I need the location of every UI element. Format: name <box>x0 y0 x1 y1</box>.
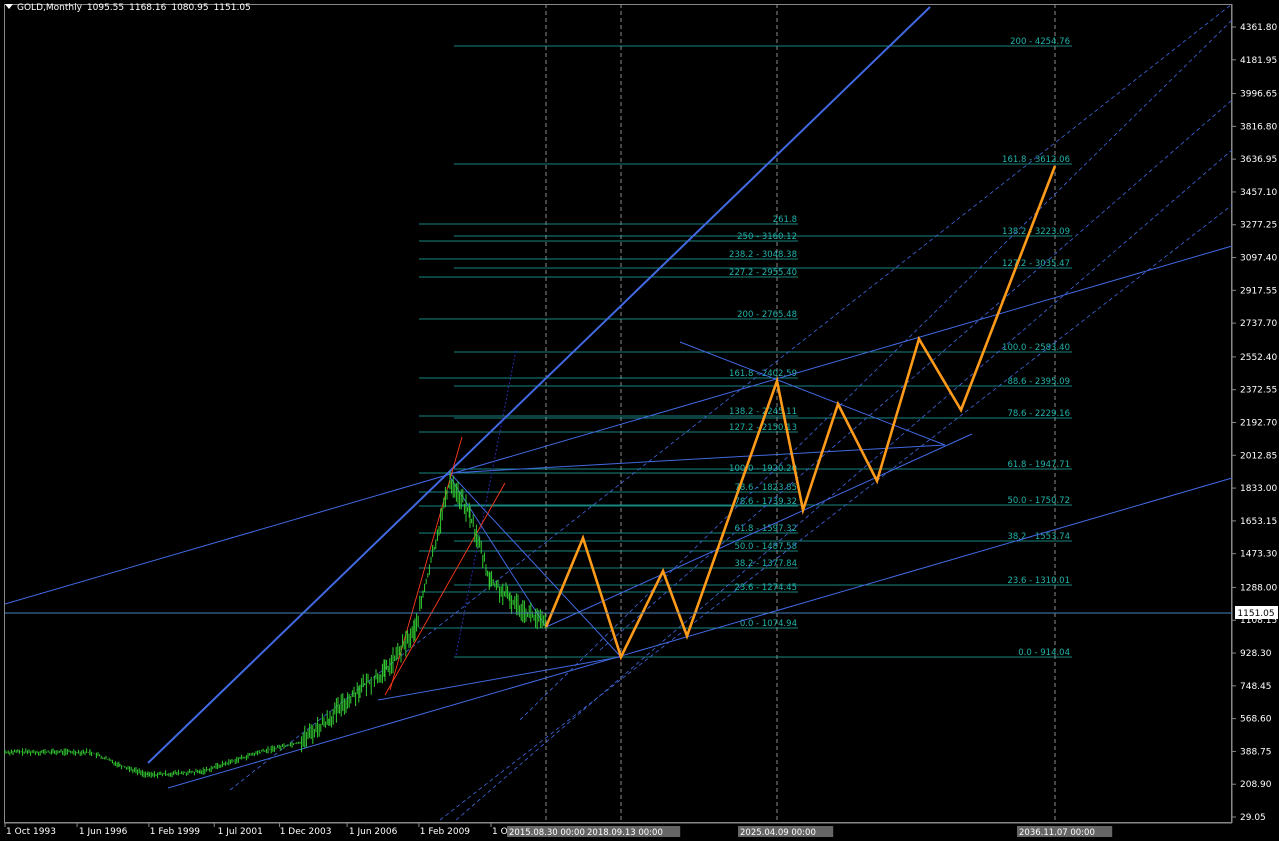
fib-level-label: 78.6 - 1823.85 <box>734 483 797 493</box>
price-tick-label: 928.30 <box>1240 649 1272 659</box>
fib-level-label: 61.8 - 1597.32 <box>734 524 797 534</box>
open-value: 1095.55 <box>86 3 125 13</box>
fib-level-label: 250 - 3160.12 <box>737 232 797 242</box>
price-tick-label: 3097.40 <box>1240 254 1277 264</box>
price-tick-label: 2372.55 <box>1240 386 1277 396</box>
price-tick-label: 2917.55 <box>1240 286 1277 296</box>
fib-level-label: 261.8 <box>773 215 797 225</box>
dashed-channel-line <box>519 19 1233 721</box>
fib-level-label: 23.6 - 1310.01 <box>1007 576 1070 586</box>
price-tick-label: 208.90 <box>1240 780 1272 790</box>
low-value: 1080.95 <box>171 3 209 13</box>
dashed-channel-line <box>229 3 1233 791</box>
fib-level-label: 61.8 - 1947.71 <box>1007 460 1070 470</box>
time-tick-label: 1 Oct 1993 <box>6 827 56 837</box>
price-tick-label: 3996.65 <box>1240 90 1277 100</box>
symbol-header: GOLD,Monthly 1095.55 1168.16 1080.95 1151.05 <box>5 3 256 13</box>
price-tick-label: 3636.95 <box>1240 155 1277 165</box>
price-tick-label: 1653.15 <box>1240 517 1277 527</box>
fib-level-label: 138.2 - 3223.09 <box>1002 227 1070 237</box>
date-label: 2036.11.07 00:00 <box>1019 828 1095 838</box>
trend-line <box>449 472 622 658</box>
fib-level-label: 0.0 - 914.04 <box>1018 648 1070 658</box>
fib-level-label: 161.8 - 3612.06 <box>1002 155 1070 165</box>
price-tick-label: 568.60 <box>1240 715 1272 725</box>
price-tick-label: 4181.95 <box>1240 56 1277 66</box>
price-tick-label: 2012.85 <box>1240 451 1277 461</box>
fib-level-label: 50.0 - 1487.58 <box>734 542 797 552</box>
trend-line <box>449 476 547 628</box>
price-tick-label: 29.05 <box>1240 813 1266 823</box>
dashed-channel-line <box>455 149 1233 821</box>
fib-level-label: 227.2 - 2955.40 <box>729 268 797 278</box>
fib-level-label: 88.6 - 2395.09 <box>1007 377 1070 387</box>
fib-level-label: 200 - 2765.48 <box>737 310 797 320</box>
close-value: 1151.05 <box>213 3 251 13</box>
time-tick-label: 1 Feb 1999 <box>150 827 201 837</box>
date-label: 2025.04.09 00:00 <box>740 828 816 838</box>
dashed-channel-line <box>599 99 1233 651</box>
trend-line <box>377 656 621 701</box>
time-tick-label: 1 Jun 2006 <box>349 827 398 837</box>
fib-level-label: 0.0 - 1074.94 <box>740 619 797 629</box>
trend-line <box>167 477 1233 789</box>
dropdown-triangle-icon[interactable] <box>5 4 13 9</box>
price-tick-label: 388.75 <box>1240 747 1272 757</box>
fib-level-label: 200 - 4254.76 <box>1010 37 1070 47</box>
time-axis-ticks: 1 Oct 1993 1 Jun 1996 1 Feb 1999 1 Jul 2001… <box>4 823 1113 838</box>
price-tick-label: 1288.00 <box>1240 583 1277 593</box>
price-tick-label: 3816.80 <box>1240 122 1277 132</box>
price-tick-label: 1108.15 <box>1240 616 1277 626</box>
fib-level-label: 50.0 - 1750.72 <box>1007 496 1070 506</box>
fib-level-label: 238.2 - 3048.38 <box>729 250 797 260</box>
price-axis-ticks: 4361.80 4181.95 3996.65 3816.80 3636.95 3457.… <box>1232 23 1277 823</box>
date-label: 2015.08.30 00:00 <box>509 828 585 838</box>
price-tick-label: 4361.80 <box>1240 23 1277 33</box>
high-value: 1168.16 <box>129 3 167 13</box>
fan-line-dotted <box>455 349 517 656</box>
fib-level-label: 23.6 - 1274.45 <box>734 583 797 593</box>
forecast-line <box>544 165 1057 661</box>
trend-line <box>147 6 931 764</box>
fib-level-label: 138.2 - 2245.11 <box>729 407 797 417</box>
time-tick-label: 1 Jun 1996 <box>79 827 128 837</box>
trend-line <box>4 245 1233 605</box>
price-bars <box>4 471 546 779</box>
chart-svg: 200 - 4254.76 161.8 - 3612.06 138.2 - 3223… <box>4 3 1278 838</box>
trend-line <box>679 341 946 446</box>
fib-level-label: 78.6 - 2229.16 <box>1007 409 1070 419</box>
price-tick-label: 1473.30 <box>1240 550 1277 560</box>
fan-line-red <box>384 482 506 696</box>
price-tick-label: 2552.40 <box>1240 353 1277 363</box>
fib-level-label: 38.2 - 1377.84 <box>734 559 797 569</box>
price-tick-label: 748.45 <box>1240 682 1272 692</box>
time-tick-label: 1 Feb 2009 <box>420 827 471 837</box>
time-tick-label: 1 Dec 2003 <box>280 827 332 837</box>
chart-area[interactable]: 200 - 4254.76 161.8 - 3612.06 138.2 - 3223… <box>0 0 1279 841</box>
price-tick-label: 1833.00 <box>1240 484 1277 494</box>
fib-level-label: 100.0 - 1920.20 <box>729 464 797 474</box>
price-tick-label: 3457.10 <box>1240 188 1277 198</box>
fib-level-label: 100.0 - 2583.40 <box>1002 343 1070 353</box>
forecast-path <box>544 165 1057 661</box>
date-label: 2018.09.13 00:00 <box>587 828 663 838</box>
time-tick-label: 1 Jul 2001 <box>218 827 263 837</box>
symbol-label: GOLD,Monthly <box>17 3 82 13</box>
price-tick-label: 2192.70 <box>1240 418 1277 428</box>
time-grid-lines <box>545 4 1056 823</box>
price-bars-path <box>4 471 546 779</box>
price-tick-label: 2737.70 <box>1240 319 1277 329</box>
trend-line <box>545 433 973 628</box>
fib-level-label: 127.2 - 3035.47 <box>1002 259 1070 269</box>
price-tick-label: 3277.25 <box>1240 221 1277 231</box>
